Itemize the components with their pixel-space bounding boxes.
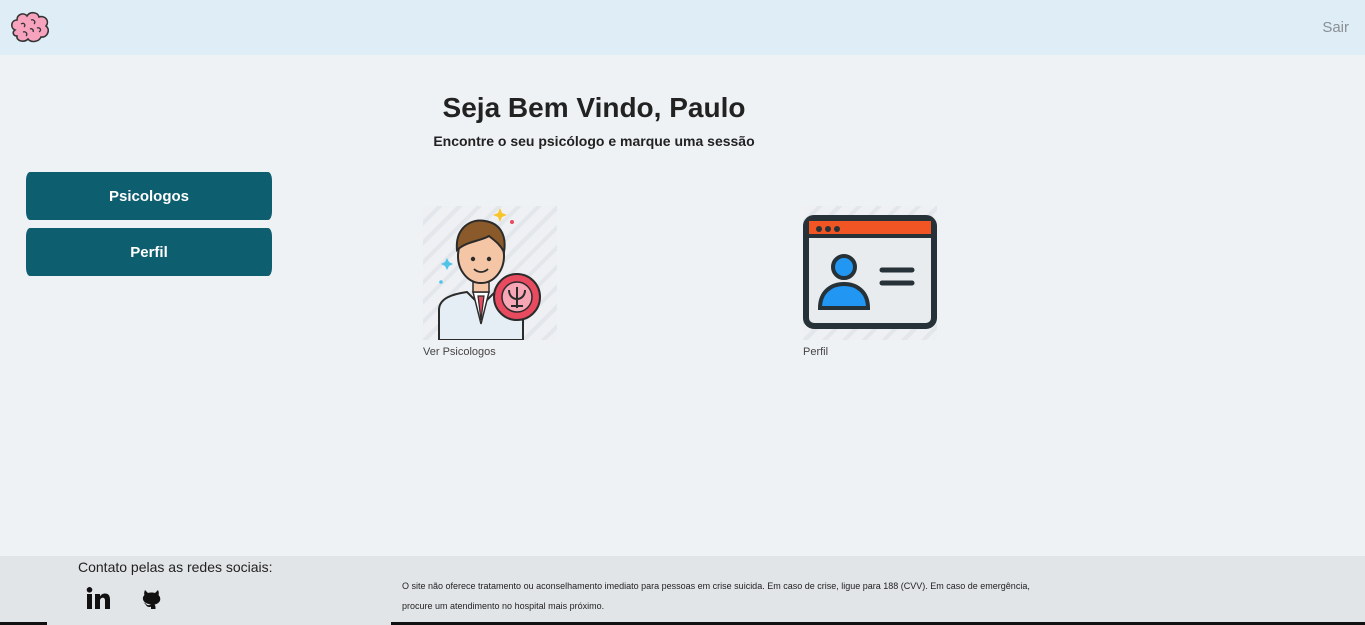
disclaimer-line: O site não oferece tratamento ou aconsel… [402,581,1030,591]
perfil-button[interactable]: Perfil [26,228,272,276]
profile-card-icon[interactable] [803,206,937,340]
page-title: Seja Bem Vindo, Paulo [442,92,746,123]
contact-title: Contato pelas as redes sociais: [78,559,273,575]
card-perfil[interactable]: Perfil [803,206,938,358]
psicologos-button[interactable]: Psicologos [26,172,272,220]
github-icon[interactable] [141,587,162,614]
card-caption: Perfil [803,346,829,358]
disclaimer-text: O site não oferece tratamento ou aconsel… [402,576,1042,616]
logout-link[interactable]: Sair [1322,19,1349,36]
linkedin-icon[interactable] [86,587,110,614]
disclaimer-line: procure um atendimento no hospital mais … [402,601,605,611]
footer: Contato pelas as redes sociais: O site n… [0,556,1365,625]
psychologist-icon[interactable] [423,206,557,341]
card-caption: Ver Psicologos [423,346,496,358]
brain-icon[interactable] [9,10,51,44]
page-subtitle: Encontre o seu psicólogo e marque uma se… [433,133,755,149]
card-psicologos[interactable]: Ver Psicologos [423,206,558,358]
top-navbar: Sair [0,0,1365,55]
